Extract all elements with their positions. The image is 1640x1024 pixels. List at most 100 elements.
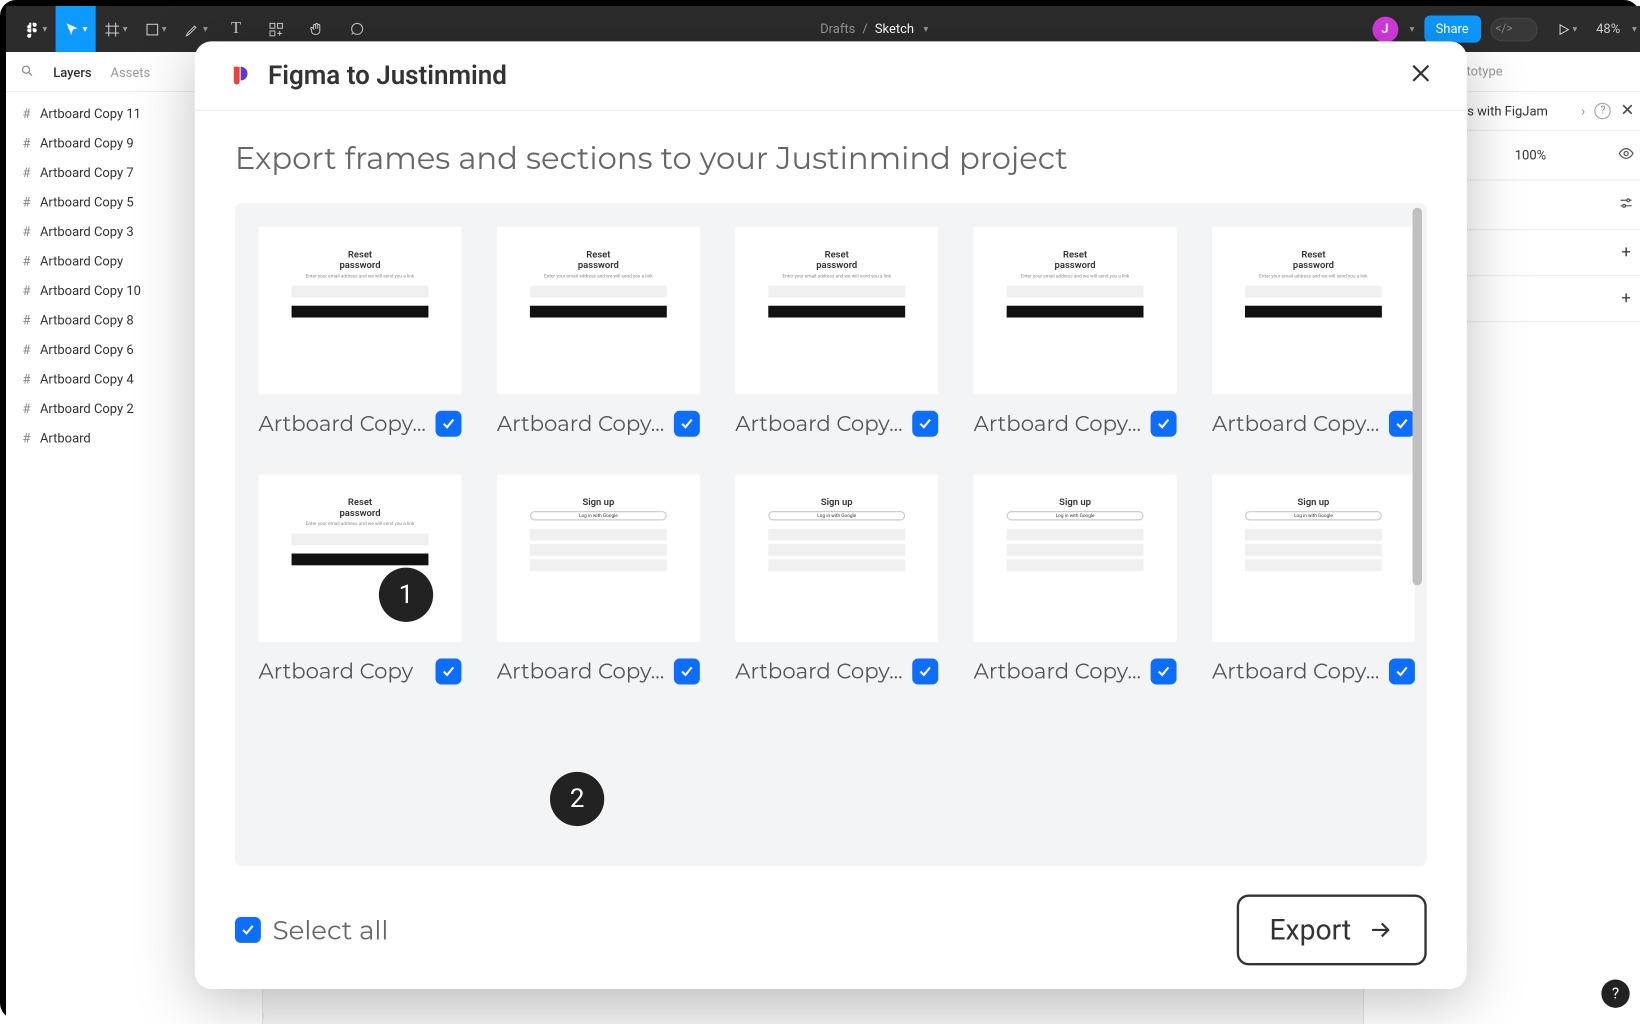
frame-card[interactable]: Sign upLog in with Google Artboard Copy..… [735,474,938,684]
frame-icon: # [23,401,31,416]
frame-card[interactable]: ResetpasswordEnter your email address an… [1212,227,1415,437]
frame-card[interactable]: ResetpasswordEnter your email address an… [259,227,462,437]
frame-thumbnail: ResetpasswordEnter your email address an… [735,227,938,395]
layer-label: Artboard Copy 8 [40,313,134,328]
frame-checkbox[interactable] [1151,659,1177,685]
zoom-level[interactable]: 48% [1596,21,1620,36]
breadcrumb-sep: / [862,21,867,36]
dev-mode-toggle[interactable]: </> [1490,17,1537,41]
modal-header: Figma to Justinmind [195,41,1467,111]
justinmind-logo-icon [228,64,252,88]
frame-icon: # [23,106,31,121]
layer-label: Artboard Copy 11 [40,106,141,121]
frame-label: Artboard Copy... [259,411,429,437]
frame-thumbnail: ResetpasswordEnter your email address an… [974,227,1177,395]
frame-checkbox[interactable] [1151,411,1177,437]
frame-label: Artboard Copy [259,659,429,685]
search-icon[interactable] [20,64,34,82]
frame-label: Artboard Copy... [1212,659,1382,685]
present-button[interactable]: ▾ [1547,6,1587,52]
tab-layers[interactable]: Layers [53,65,91,80]
close-button[interactable] [1408,60,1434,91]
select-all-label: Select all [273,914,389,946]
frame-checkbox[interactable] [1389,659,1415,685]
modal-subtitle: Export frames and sections to your Justi… [235,139,1427,177]
frame-thumbnail: ResetpasswordEnter your email address an… [497,227,700,395]
frame-card[interactable]: ResetpasswordEnter your email address an… [259,474,462,684]
frame-thumbnail: Sign upLog in with Google [1212,474,1415,642]
frame-checkbox[interactable] [436,411,462,437]
share-button[interactable]: Share [1424,15,1481,42]
frame-card[interactable]: ResetpasswordEnter your email address an… [974,227,1177,437]
layer-label: Artboard Copy 4 [40,372,134,387]
frame-checkbox[interactable] [674,411,700,437]
frame-checkbox[interactable] [436,659,462,685]
frame-tool[interactable]: ▾ [96,6,136,52]
help-fab[interactable]: ? [1601,979,1629,1007]
frame-icon: # [23,224,31,239]
plus-icon[interactable]: + [1618,290,1635,307]
frame-card[interactable]: ResetpasswordEnter your email address an… [497,227,700,437]
frames-scroll-area[interactable]: ResetpasswordEnter your email address an… [235,203,1427,866]
breadcrumb-parent: Drafts [820,21,855,36]
frame-icon: # [23,165,31,180]
annotation-2: 2 [550,772,604,826]
frame-icon: # [23,136,31,151]
frame-icon: # [23,372,31,387]
frame-thumbnail: Sign upLog in with Google [974,474,1177,642]
frame-label: Artboard Copy... [1212,411,1382,437]
frame-icon: # [23,431,31,446]
move-tool[interactable]: ▾ [56,6,96,52]
export-label: Export [1269,913,1351,946]
frame-label: Artboard Copy... [735,411,905,437]
layer-label: Artboard [40,431,91,446]
scrollbar-thumb[interactable] [1413,208,1422,586]
avatar[interactable]: J [1372,16,1398,42]
export-button[interactable]: Export [1236,895,1426,966]
frame-checkbox[interactable] [1389,411,1415,437]
select-all-checkbox[interactable]: Select all [235,914,388,946]
frame-checkbox[interactable] [674,659,700,685]
modal-footer: Select all 2 Export [195,878,1467,989]
annotation-1: 1 [379,568,433,622]
layer-label: Artboard Copy [40,254,123,269]
layer-label: Artboard Copy 9 [40,136,134,151]
breadcrumb[interactable]: Drafts / Sketch ▾ [377,21,1372,36]
plus-icon[interactable]: + [1618,244,1635,261]
sliders-icon[interactable] [1618,195,1635,215]
layer-label: Artboard Copy 10 [40,283,141,298]
visibility-icon[interactable] [1618,145,1635,165]
frame-thumbnail: ResetpasswordEnter your email address an… [1212,227,1415,395]
main-menu[interactable]: ▾ [15,6,55,52]
tab-assets[interactable]: Assets [111,65,151,80]
frame-thumbnail: Sign upLog in with Google [735,474,938,642]
frame-thumbnail: ResetpasswordEnter your email address an… [259,227,462,395]
shape-tool[interactable]: ▾ [136,6,176,52]
file-name: Sketch [875,21,914,36]
frame-thumbnail: ResetpasswordEnter your email address an… [259,474,462,642]
frame-label: Artboard Copy... [974,411,1144,437]
frame-label: Artboard Copy... [497,659,667,685]
frame-icon: # [23,283,31,298]
layer-label: Artboard Copy 3 [40,224,134,239]
frame-icon: # [23,254,31,269]
frame-icon: # [23,195,31,210]
help-icon[interactable]: ? [1595,103,1612,120]
frame-card[interactable]: Sign upLog in with Google Artboard Copy..… [974,474,1177,684]
frame-icon: # [23,313,31,328]
layer-label: Artboard Copy 6 [40,342,134,357]
layer-label: Artboard Copy 7 [40,165,134,180]
close-icon[interactable]: ✕ [1621,102,1635,121]
frame-icon: # [23,342,31,357]
checkbox-icon [235,917,261,943]
frame-checkbox[interactable] [912,411,938,437]
chevron-right-icon: › [1581,103,1585,118]
frame-label: Artboard Copy... [497,411,667,437]
frame-label: Artboard Copy... [974,659,1144,685]
frame-card[interactable]: Sign upLog in with Google Artboard Copy..… [1212,474,1415,684]
frame-card[interactable]: ResetpasswordEnter your email address an… [735,227,938,437]
frame-label: Artboard Copy... [735,659,905,685]
frame-checkbox[interactable] [912,659,938,685]
layer-label: Artboard Copy 5 [40,195,134,210]
frame-card[interactable]: Sign upLog in with GoogleArtboard Copy..… [497,474,700,684]
